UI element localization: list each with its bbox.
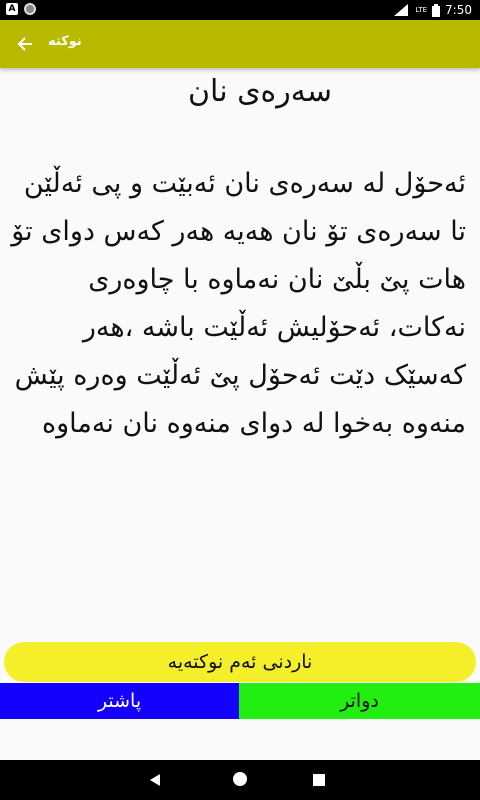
notification-a-icon: A xyxy=(6,3,18,15)
joke-title: سەرەی نان xyxy=(188,74,332,109)
system-back-icon[interactable] xyxy=(150,774,160,786)
status-bar: A LTE 7:50 xyxy=(0,0,480,20)
system-nav-bar xyxy=(0,760,480,800)
app-bar: نوکتە xyxy=(0,20,480,68)
app-title: نوکتە xyxy=(48,34,82,49)
navigation-row: پاشتر دواتر xyxy=(0,683,480,719)
system-home-icon[interactable] xyxy=(233,772,247,786)
joke-content: سەرەی نان ئەحۆل لە سەرەی نان ئەبێت و پی … xyxy=(0,68,480,638)
battery-icon xyxy=(432,3,441,17)
status-time: 7:50 xyxy=(445,3,472,17)
system-recents-icon[interactable] xyxy=(313,774,325,786)
joke-body: ئەحۆل لە سەرەی نان ئەبێت و پی ئەڵێن تا س… xyxy=(11,168,466,439)
signal-icon xyxy=(394,4,409,16)
previous-button[interactable]: پاشتر xyxy=(0,683,239,719)
back-arrow-icon[interactable] xyxy=(14,33,36,55)
send-joke-button[interactable]: ناردنی ئەم نوکتەیە xyxy=(4,642,476,682)
screen: A LTE 7:50 نوکتە سەرەی نان ئەحۆل لە سەرە… xyxy=(0,0,480,800)
network-type-label: LTE xyxy=(415,6,428,14)
next-button[interactable]: دواتر xyxy=(239,683,480,719)
notification-dot-icon xyxy=(24,3,36,15)
